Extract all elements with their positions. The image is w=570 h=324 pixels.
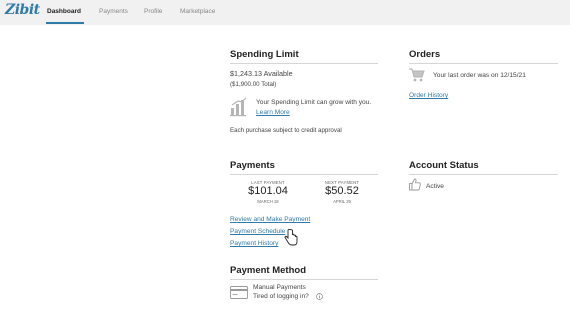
payment-method-type: Manual Payments bbox=[253, 284, 306, 291]
divider bbox=[409, 63, 558, 64]
nav-payments[interactable]: Payments bbox=[99, 8, 128, 15]
nav-dashboard[interactable]: Dashboard bbox=[47, 8, 81, 15]
nav-marketplace[interactable]: Marketplace bbox=[180, 8, 215, 15]
card-icon bbox=[230, 286, 248, 299]
divider bbox=[409, 174, 558, 175]
order-history-link[interactable]: Order History bbox=[409, 92, 448, 99]
next-payment-date: APRIL 29 bbox=[333, 199, 351, 204]
hand-cursor-icon bbox=[284, 229, 298, 246]
orders-title: Orders bbox=[409, 49, 441, 60]
account-status-title: Account Status bbox=[409, 160, 479, 171]
payment-schedule-link[interactable]: Payment Schedule bbox=[230, 228, 285, 235]
credit-note: Each purchase subject to credit approval bbox=[230, 127, 342, 134]
grow-text: Your Spending Limit can grow with you. bbox=[256, 99, 372, 106]
last-order-text: Your last order was on 12/15/21 bbox=[433, 72, 526, 79]
account-status-value: Active bbox=[426, 183, 444, 190]
next-payment-amount: $50.52 bbox=[325, 185, 359, 197]
payment-history-link[interactable]: Payment History bbox=[230, 240, 278, 247]
review-make-payment-link[interactable]: Review and Make Payment bbox=[230, 216, 310, 223]
chart-icon bbox=[230, 97, 247, 117]
payment-method-title: Payment Method bbox=[230, 265, 307, 276]
cart-icon bbox=[409, 68, 425, 82]
active-tab-indicator bbox=[46, 22, 84, 24]
brand-logo[interactable]: Zibit bbox=[5, 2, 40, 18]
divider bbox=[230, 63, 378, 64]
nav-profile[interactable]: Profile bbox=[144, 8, 162, 15]
payment-method-prompt: Tired of logging in? bbox=[253, 293, 309, 300]
top-navbar: Zibit Dashboard Payments Profile Marketp… bbox=[0, 0, 570, 25]
divider bbox=[230, 174, 378, 175]
spending-limit-title: Spending Limit bbox=[230, 49, 299, 60]
last-payment-date: MARCH 18 bbox=[257, 199, 279, 204]
thumbs-up-icon bbox=[409, 178, 421, 191]
info-icon[interactable] bbox=[316, 293, 323, 300]
last-payment-amount: $101.04 bbox=[248, 185, 288, 197]
available-amount: $1,243.13 Available bbox=[230, 69, 293, 78]
total-amount: ($1,900.00 Total) bbox=[230, 81, 277, 88]
learn-more-link[interactable]: Learn More bbox=[256, 109, 290, 116]
payments-title: Payments bbox=[230, 160, 275, 171]
divider bbox=[230, 279, 378, 280]
